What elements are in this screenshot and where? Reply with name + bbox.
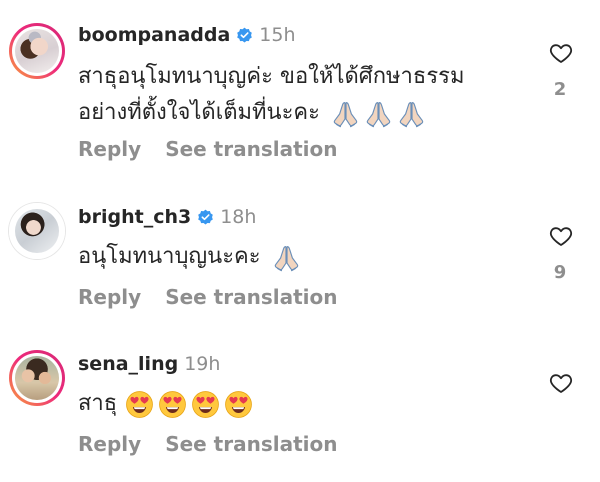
avatar[interactable] <box>9 23 65 79</box>
heart-icon[interactable] <box>548 41 574 65</box>
heart-icon[interactable] <box>548 224 574 248</box>
comment-header: sena_ling 19h <box>78 353 220 375</box>
see-translation-button[interactable]: See translation <box>165 137 337 161</box>
heart-eyes-icon <box>224 390 253 419</box>
username[interactable]: sena_ling <box>78 353 178 375</box>
avatar-photo <box>15 209 59 253</box>
verified-badge-icon <box>236 27 253 44</box>
timestamp: 15h <box>259 24 296 46</box>
comment-actions: Reply See translation <box>78 432 338 456</box>
folded-hands-icon <box>364 99 393 128</box>
comment-item: bright_ch3 18h อนุโมทนาบุญนะคะ Reply See… <box>0 178 600 328</box>
avatar-photo <box>15 29 59 73</box>
heart-icon[interactable] <box>548 371 574 395</box>
username[interactable]: bright_ch3 <box>78 206 191 228</box>
timestamp: 19h <box>184 353 221 375</box>
comment-text: สาธุ <box>78 386 253 422</box>
timestamp: 18h <box>220 206 257 228</box>
reply-button[interactable]: Reply <box>78 285 141 309</box>
see-translation-button[interactable]: See translation <box>165 285 337 309</box>
reply-button[interactable]: Reply <box>78 432 141 456</box>
comment-text-line: สาธุอนุโมทนาบุญค่ะ ขอให้ได้ศึกษาธรรม <box>78 64 465 89</box>
comment-text-line: อนุโมทนาบุญนะคะ <box>78 244 261 269</box>
comment-text-line: อย่างที่ตั้งใจได้เต็มที่นะคะ <box>78 100 320 125</box>
comment-item: sena_ling 19h สาธุ Reply See translation <box>0 328 600 482</box>
comment-actions: Reply See translation <box>78 137 338 161</box>
like-count: 2 <box>553 79 567 100</box>
comment-header: boompanadda 15h <box>78 24 296 46</box>
comment-text-line: สาธุ <box>78 391 118 416</box>
comment-header: bright_ch3 18h <box>78 206 256 228</box>
comment-text: อนุโมทนาบุญนะคะ <box>78 239 301 275</box>
folded-hands-icon <box>397 99 426 128</box>
heart-eyes-icon <box>158 390 187 419</box>
see-translation-button[interactable]: See translation <box>165 432 337 456</box>
avatar-photo <box>15 356 59 400</box>
comment-item: boompanadda 15h สาธุอนุโมทนาบุญค่ะ ขอให้… <box>0 0 600 178</box>
comment-text: สาธุอนุโมทนาบุญค่ะ ขอให้ได้ศึกษาธรรม อย่… <box>78 59 464 131</box>
avatar[interactable] <box>9 203 65 259</box>
avatar[interactable] <box>9 350 65 406</box>
heart-eyes-icon <box>191 390 220 419</box>
comment-actions: Reply See translation <box>78 285 338 309</box>
reply-button[interactable]: Reply <box>78 137 141 161</box>
folded-hands-icon <box>331 99 360 128</box>
username[interactable]: boompanadda <box>78 24 230 46</box>
folded-hands-icon <box>272 243 301 272</box>
heart-eyes-icon <box>125 390 154 419</box>
comment-text-line-2: อย่างที่ตั้งใจได้เต็มที่นะคะ <box>78 95 464 131</box>
verified-badge-icon <box>197 209 214 226</box>
like-count: 9 <box>553 262 567 283</box>
